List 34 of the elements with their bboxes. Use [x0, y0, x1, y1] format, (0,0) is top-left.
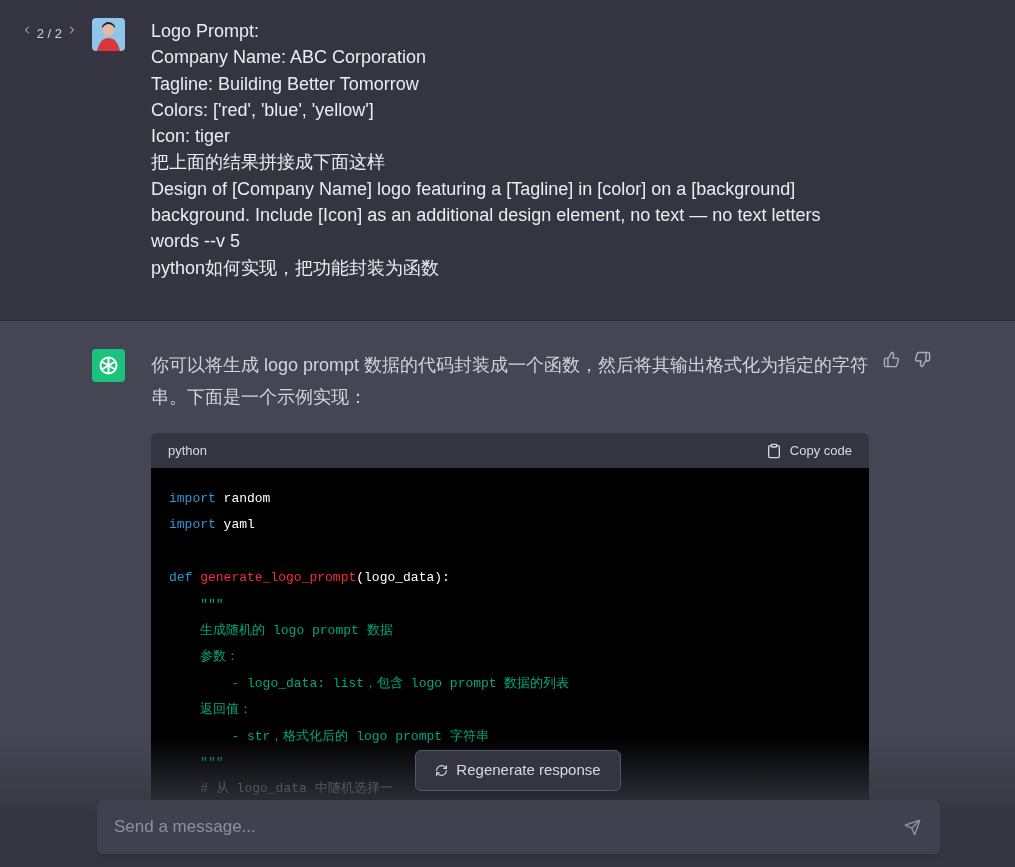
- answer-paragraph: 你可以将生成 logo prompt 数据的代码封装成一个函数，然后将其输出格式化为指定的字符串。下面是一个示例实现：: [151, 354, 869, 409]
- code-token: 返回值：: [199, 702, 253, 718]
- page-counter: 2 / 2: [36, 25, 62, 43]
- code-token: random: [222, 491, 271, 506]
- message-line: Logo Prompt:: [151, 20, 261, 43]
- code-token: (logo_data):: [356, 570, 450, 586]
- thumbs-down-icon[interactable]: [914, 351, 931, 368]
- refresh-icon: [435, 764, 449, 777]
- code-token: - logo_data: list，包含 logo prompt 数据的列表: [230, 675, 570, 691]
- send-icon[interactable]: [904, 819, 921, 836]
- message-line: Company Name: ABC Corporation: [151, 46, 428, 70]
- code-token: import: [169, 491, 216, 506]
- code-token: import: [169, 517, 216, 533]
- code-language: python: [168, 441, 208, 460]
- copy-code-button[interactable]: Copy code: [765, 440, 852, 461]
- code-token: 参数：: [199, 649, 240, 665]
- message-line: python如何实现，把功能封装为函数: [151, 256, 441, 280]
- code-token: 生成随机的 logo prompt 数据: [199, 622, 393, 638]
- regenerate-button[interactable]: Regenerate response: [415, 750, 621, 791]
- message-input[interactable]: Send a message...: [97, 800, 940, 854]
- code-token: yaml: [222, 517, 255, 533]
- clipboard-icon: [765, 442, 782, 459]
- code-token: """: [199, 754, 224, 770]
- thumbs-up-icon[interactable]: [883, 351, 900, 368]
- code-token: """: [199, 596, 224, 612]
- code-token: def: [169, 570, 194, 586]
- message-line: 把上面的结果拼接成下面这样: [151, 151, 386, 175]
- message-line: Icon: tiger: [151, 125, 232, 149]
- user-avatar: [92, 18, 125, 51]
- code-token: - str，格式化后的 logo prompt 字符串: [230, 728, 489, 744]
- message-line: Colors: ['red', 'blue', 'yellow']: [151, 98, 375, 122]
- message-line: Tagline: Building Better Tomorrow: [151, 72, 420, 96]
- code-token: generate_logo_prompt: [200, 570, 357, 586]
- knot-logo-icon: [92, 349, 125, 382]
